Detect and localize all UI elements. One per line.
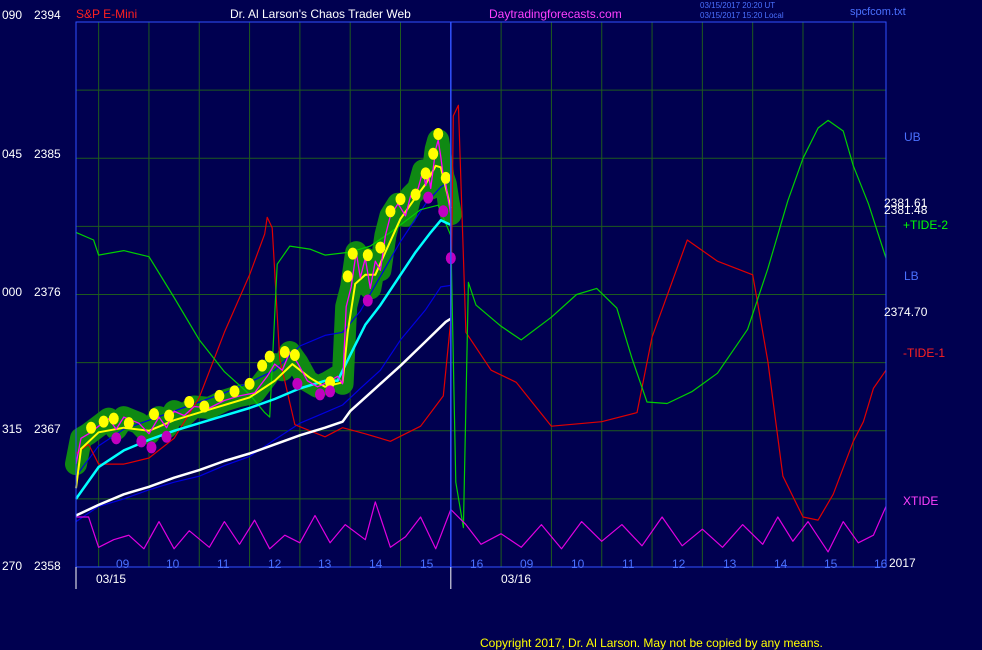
- up-dot: [148, 408, 159, 421]
- year-label: 2017: [889, 556, 916, 570]
- y-price-label: 2367: [34, 422, 61, 436]
- up-dot: [257, 359, 268, 372]
- x-hour-label: 16: [874, 557, 888, 571]
- down-dot: [292, 377, 303, 390]
- up-dot: [375, 241, 386, 254]
- x-hour-label: 16: [470, 557, 484, 571]
- copyright-text: Copyright 2017, Dr. Al Larson. May not b…: [480, 636, 823, 650]
- up-dot: [98, 415, 109, 428]
- value-label: 2374.70: [884, 305, 928, 319]
- up-dot: [410, 188, 421, 201]
- xtide-line: [76, 501, 887, 553]
- chart-title: Dr. Al Larson's Chaos Trader Web: [230, 7, 411, 21]
- up-dot: [108, 412, 119, 425]
- x-hour-label: 14: [774, 557, 788, 571]
- indicator-lines: [74, 104, 887, 553]
- down-dot: [438, 205, 449, 218]
- update-time-ut: 03/15/2017 20:20 UT: [700, 1, 776, 10]
- plot-frame: [75, 21, 887, 589]
- x-hour-label: 12: [268, 557, 282, 571]
- x-hour-label: 11: [622, 557, 635, 571]
- up-dot: [440, 171, 451, 184]
- up-dot: [244, 377, 255, 390]
- price-halo: [65, 129, 462, 476]
- down-dot: [111, 432, 122, 445]
- value-label: 2381.48: [884, 203, 928, 217]
- down-dot: [136, 435, 147, 448]
- up-dot: [347, 247, 358, 260]
- up-dot: [289, 349, 300, 362]
- price-halo-band: [65, 129, 462, 476]
- up-dot: [279, 346, 290, 359]
- down-dot: [362, 294, 373, 307]
- up-dot: [420, 167, 431, 180]
- up-dot: [264, 350, 275, 363]
- down-dot: [325, 385, 336, 398]
- y-price-label: 2385: [34, 147, 61, 161]
- lb-label: LB: [904, 269, 919, 283]
- up-dot: [86, 421, 97, 434]
- up-dot: [362, 249, 373, 262]
- y-left-label: 315: [2, 422, 23, 436]
- up-dot: [199, 400, 210, 413]
- down-dot: [423, 191, 434, 204]
- y-price-label: 2376: [34, 285, 61, 299]
- y-left-label: 090: [2, 8, 23, 22]
- x-hour-label: 13: [723, 557, 737, 571]
- x-hour-label: 09: [520, 557, 534, 571]
- up-dot: [123, 417, 134, 430]
- date-label-day2: 03/16: [501, 572, 532, 586]
- up-dot: [428, 147, 439, 160]
- y-left-label: 000: [2, 285, 23, 299]
- up-dot: [385, 205, 396, 218]
- y-left-label: 270: [2, 559, 23, 573]
- up-dot: [395, 193, 406, 206]
- x-hour-label: 15: [824, 557, 838, 571]
- tide2-line: [75, 119, 887, 529]
- down-dot: [315, 388, 326, 401]
- xtide-label: XTIDE: [903, 494, 939, 508]
- x-hour-label: 12: [672, 557, 686, 571]
- x-hour-label: 11: [217, 557, 230, 571]
- down-dot: [161, 430, 172, 443]
- y-price-label: 2394: [34, 8, 61, 22]
- site-link[interactable]: Daytradingforecasts.com: [489, 7, 622, 21]
- date-label-day1: 03/15: [96, 572, 127, 586]
- x-hour-label: 10: [571, 557, 585, 571]
- x-hour-label: 09: [116, 557, 130, 571]
- up-dot: [342, 270, 353, 283]
- down-dot: [146, 441, 157, 454]
- x-hour-label: 15: [420, 557, 434, 571]
- up-dot: [229, 385, 240, 398]
- up-dot: [184, 395, 195, 408]
- tide2-label: +TIDE-2: [903, 218, 949, 232]
- y-left-label: 045: [2, 147, 23, 161]
- mid-ma-line: [74, 219, 452, 500]
- tide1-label: -TIDE-1: [903, 346, 945, 360]
- chart-area: [65, 21, 887, 589]
- symbol-label: S&P E-Mini: [76, 7, 138, 21]
- up-dot: [433, 128, 444, 141]
- update-time-local: 03/15/2017 15:20 Local: [700, 11, 784, 20]
- ub-label: UB: [904, 130, 921, 144]
- x-hour-label: 10: [166, 557, 180, 571]
- grid-lines: [76, 21, 886, 568]
- x-hour-label: 14: [369, 557, 383, 571]
- tide1-line: [75, 104, 887, 521]
- up-dot: [164, 409, 175, 422]
- y-price-label: 2358: [34, 559, 61, 573]
- filename-label: spcfcom.txt: [850, 6, 906, 18]
- up-dot: [214, 389, 225, 402]
- x-hour-label: 13: [318, 557, 332, 571]
